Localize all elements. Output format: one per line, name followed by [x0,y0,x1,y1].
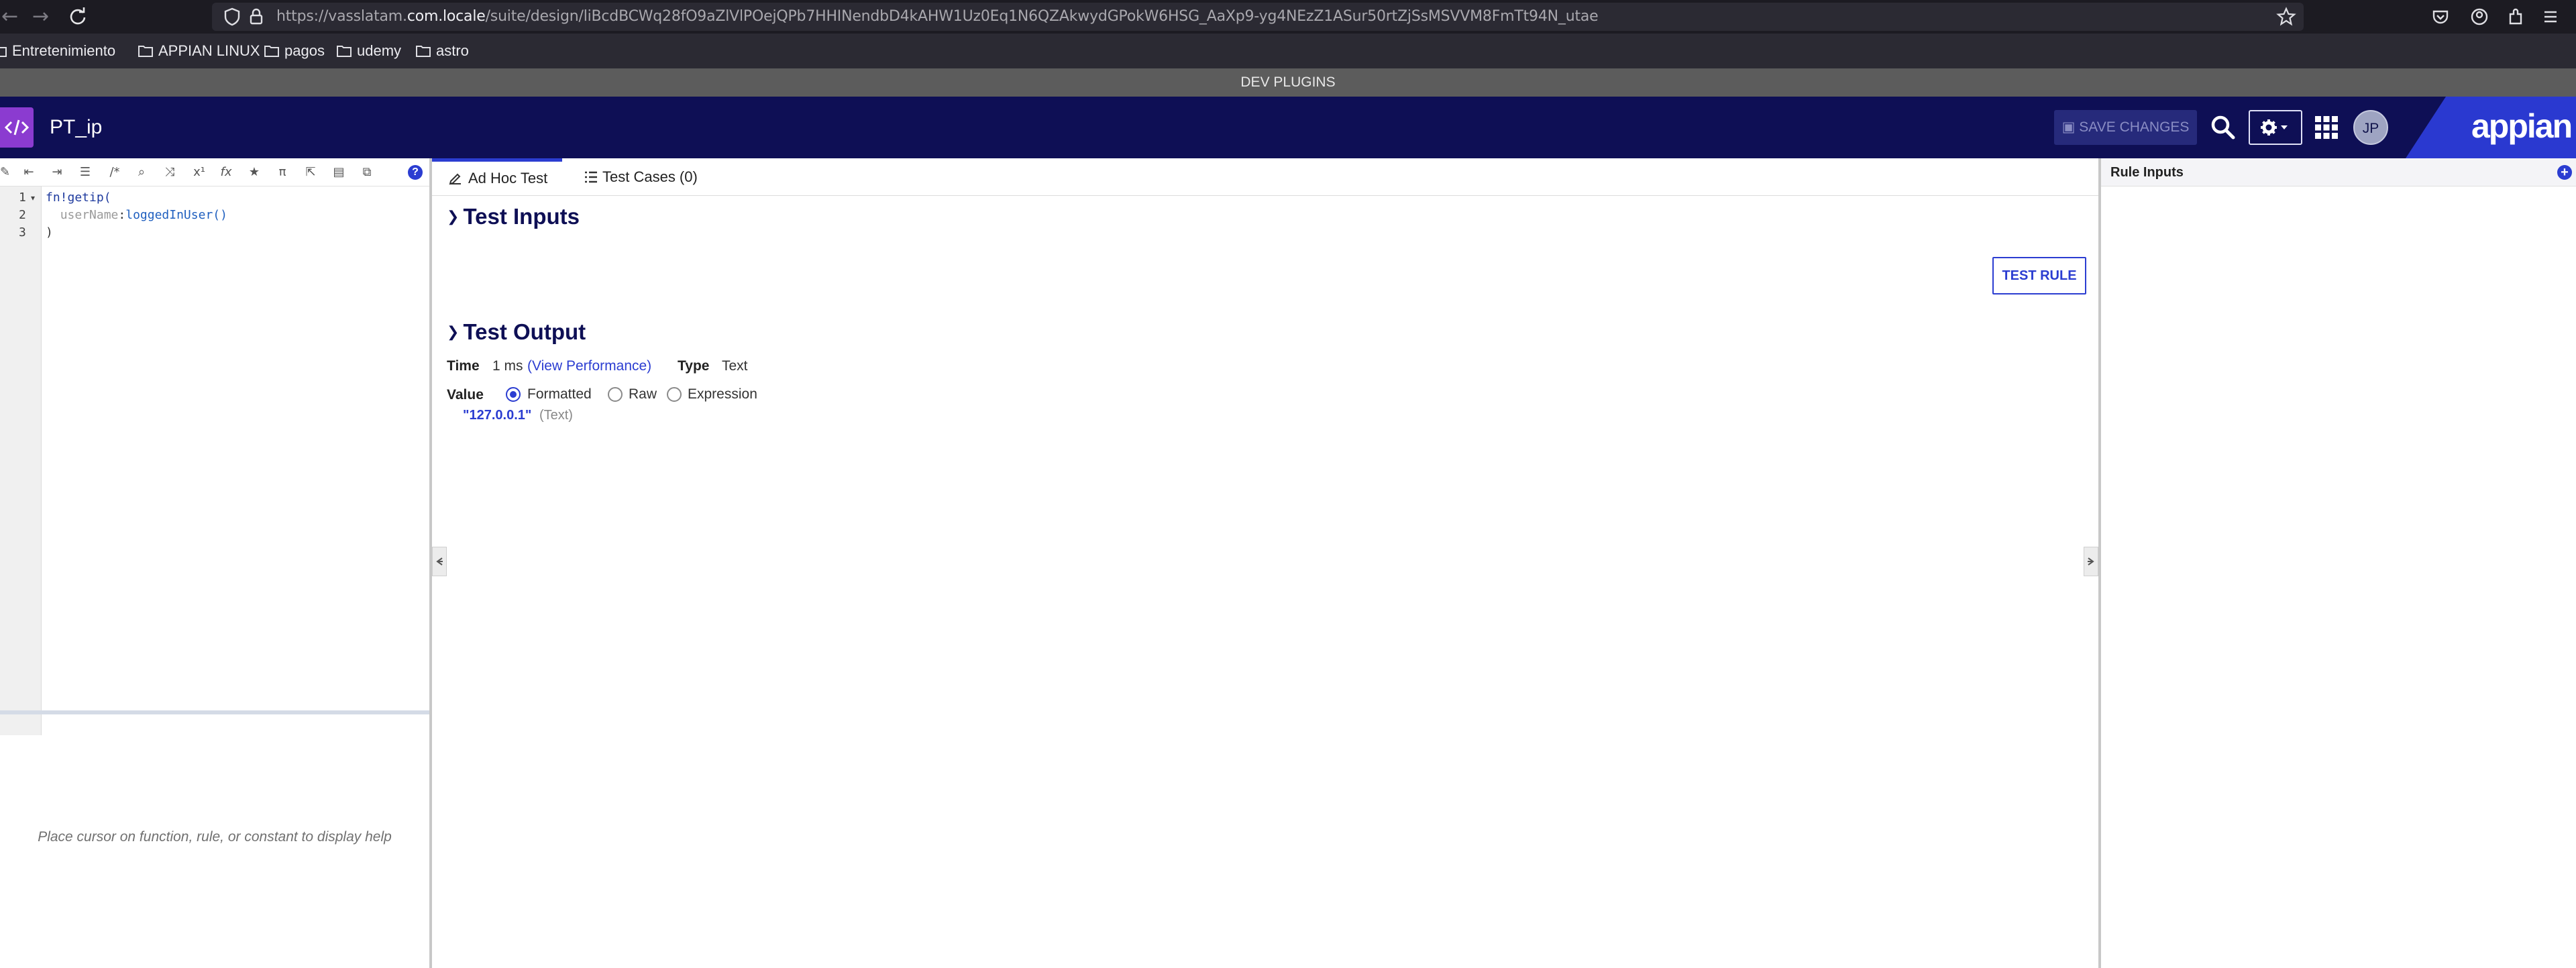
expression-editor-panel: ✎ ⇤ ⇥ ☰ /* ⌕ ⤨ x¹ fx ★ π ⇱ ▤ ⧉ ? 1 2 3 ▾… [0,158,429,968]
settings-menu-button[interactable] [2249,110,2302,145]
folder-icon [138,46,153,57]
gear-icon [2261,119,2277,136]
code-line-2[interactable]: userName:loggedInUser() [46,207,227,224]
radio-expression-label[interactable]: Expression [688,386,757,402]
caret-down-icon [2281,125,2288,129]
collapse-right-panel-button[interactable] [2084,547,2098,576]
radio-raw-label[interactable]: Raw [629,386,657,402]
bookmark-folder-pagos[interactable]: pagos [264,34,325,68]
favorite-icon[interactable]: ★ [246,164,263,181]
test-inputs-heading[interactable]: ❯ Test Inputs [447,204,580,229]
add-rule-input-icon[interactable]: + [2557,165,2572,180]
result-value: "127.0.0.1" [463,408,532,423]
find-icon[interactable]: ⌕ [133,164,150,181]
app-header: PT_ip ▣ SAVE CHANGES JP appian [0,97,2576,158]
type-value: Text [722,358,748,374]
test-output-heading[interactable]: ❯ Test Output [447,319,586,345]
browser-toolbar: ← → https://vasslatam.com.locale/suite/d… [0,0,2576,34]
comment-icon[interactable]: /* [105,164,125,181]
test-tabs: Ad Hoc Test Test Cases (0) [432,158,2100,196]
test-result: "127.0.0.1" (Text) [463,408,573,423]
bookmark-star-icon[interactable] [2275,6,2297,28]
chevron-down-icon: ❯ [447,209,460,225]
environment-banner: DEV PLUGINS [0,68,2576,97]
radio-formatted-label[interactable]: Formatted [527,386,592,402]
copy-icon[interactable]: ⧉ [358,164,376,181]
help-icon[interactable]: ? [408,165,423,180]
reload-icon[interactable] [67,6,89,28]
chevron-down-icon: ❯ [447,324,460,341]
test-rule-button[interactable]: TEST RULE [1992,257,2086,294]
editor-resize-handle[interactable] [0,710,429,714]
radio-raw[interactable] [608,387,623,402]
rule-inputs-title: Rule Inputs [2110,165,2184,180]
save-changes-button[interactable]: ▣ SAVE CHANGES [2054,110,2197,145]
indent-icon[interactable]: ⇥ [48,164,66,181]
function-icon[interactable]: fx [217,164,235,181]
bookmark-folder-entretenimiento[interactable]: Entretenimiento [0,34,115,68]
line-number-gutter: 1 2 3 [0,186,42,735]
line-number: 2 [19,208,26,222]
document-icon[interactable]: ▤ [330,164,347,181]
apps-grid-icon[interactable] [2313,114,2340,141]
function-help-placeholder: Place cursor on function, rule, or const… [38,829,392,845]
folder-icon [264,46,279,57]
folder-icon [0,47,7,57]
user-avatar[interactable]: JP [2353,110,2388,145]
test-panel: Ad Hoc Test Test Cases (0) ❯ Test Inputs … [432,158,2100,968]
expression-rule-icon [0,107,34,148]
list-icon[interactable]: ☰ [76,164,94,181]
code-line-3[interactable]: ) [46,224,53,241]
constant-icon[interactable]: π [274,164,291,181]
editor-toolbar: ✎ ⇤ ⇥ ☰ /* ⌕ ⤨ x¹ fx ★ π ⇱ ▤ ⧉ ? [0,158,429,186]
folder-icon [337,46,352,57]
folder-icon [416,46,431,57]
forward-icon[interactable]: → [32,4,49,30]
rule-name: PT_ip [50,116,103,138]
account-icon[interactable] [2469,6,2490,28]
list-icon [585,171,597,183]
lock-icon[interactable] [246,6,267,28]
appian-logo[interactable]: appian [2471,97,2573,156]
variable-icon[interactable]: x¹ [189,164,209,181]
edit-icon [449,173,461,185]
tab-test-cases[interactable]: Test Cases (0) [573,158,700,196]
export-icon[interactable]: ⇱ [302,164,319,181]
outdent-icon[interactable]: ⇤ [20,164,38,181]
url-text[interactable]: https://vasslatam.com.locale/suite/desig… [276,3,1599,31]
value-label: Value [447,387,484,402]
line-number: 3 [19,225,26,239]
menu-icon[interactable] [2540,6,2561,28]
time-value: 1 ms [492,358,523,374]
search-icon[interactable] [2208,113,2238,142]
save-icon: ▣ [2061,119,2076,135]
back-icon[interactable]: ← [1,4,18,30]
type-label: Type [678,358,710,374]
bookmark-folder-astro[interactable]: astro [416,34,469,68]
url-bar[interactable]: https://vasslatam.com.locale/suite/desig… [212,3,2304,31]
bookmark-folder-udemy[interactable]: udemy [337,34,401,68]
extensions-icon[interactable] [2505,6,2526,28]
radio-formatted[interactable] [506,387,521,402]
bookmarks-bar: Entretenimiento APPIAN LINUX pagos udemy… [0,34,2576,68]
wand-icon[interactable]: ✎ [0,164,10,181]
rule-inputs-panel: Rule Inputs + [2101,158,2576,968]
code-line-1[interactable]: fn!getip( [46,189,111,207]
fold-toggle-icon[interactable]: ▾ [31,189,35,207]
rule-inputs-header: Rule Inputs + [2101,158,2576,186]
view-performance-link[interactable]: (View Performance) [527,358,651,374]
line-number: 1 [19,191,26,205]
shield-icon[interactable] [221,6,243,28]
radio-expression[interactable] [667,387,682,402]
tab-ad-hoc-test[interactable]: Ad Hoc Test [432,158,562,196]
bookmark-folder-appian-linux[interactable]: APPIAN LINUX [138,34,260,68]
pocket-icon[interactable] [2430,6,2451,28]
time-label: Time [447,358,480,374]
result-type: (Text) [539,408,573,423]
shuffle-icon[interactable]: ⤨ [161,164,178,181]
